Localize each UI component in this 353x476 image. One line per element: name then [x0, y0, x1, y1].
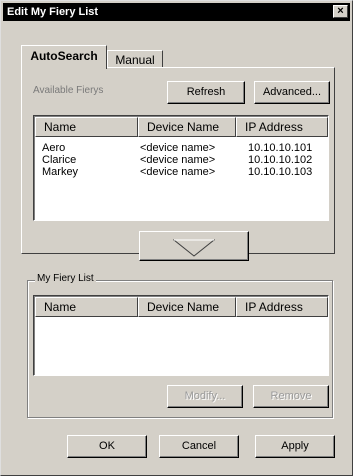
refresh-button[interactable]: Refresh — [167, 81, 245, 104]
fiery-name: Aero — [42, 142, 66, 154]
add-to-my-list-button[interactable] — [139, 231, 249, 261]
remove-button[interactable]: Remove — [253, 385, 329, 408]
fiery-device-name: <device name> — [140, 154, 216, 166]
modify-button[interactable]: Modify... — [167, 385, 243, 408]
fiery-name: Markey — [42, 166, 79, 178]
column-header-name[interactable]: Name — [35, 117, 138, 137]
tab-autosearch-label: AutoSearch — [30, 49, 98, 63]
tab-manual[interactable]: Manual — [107, 50, 163, 68]
cancel-button[interactable]: Cancel — [159, 435, 239, 458]
fiery-name: Clarice — [42, 154, 77, 166]
ok-button[interactable]: OK — [67, 435, 147, 458]
my-column-header-ip-address-label: IP Address — [245, 300, 303, 314]
column-header-name-label: Name — [44, 120, 77, 134]
tab-manual-label: Manual — [115, 53, 155, 67]
my-column-header-name-label: Name — [44, 300, 77, 314]
my-column-header-name[interactable]: Name — [35, 297, 138, 317]
edit-my-fiery-list-dialog: Edit My Fiery List × AutoSearch Manual A… — [0, 0, 353, 476]
title-bar: Edit My Fiery List × — [3, 3, 350, 21]
fiery-ip-address: 10.10.10.103 — [248, 166, 313, 178]
tab-autosearch[interactable]: AutoSearch — [21, 45, 107, 69]
my-fiery-list-label: My Fiery List — [35, 273, 96, 284]
column-header-device-name-label: Device Name — [147, 120, 220, 134]
fiery-ip-address: 10.10.10.101 — [248, 142, 313, 154]
down-arrow-icon — [173, 239, 215, 257]
my-column-header-device-name[interactable]: Device Name — [138, 297, 236, 317]
column-header-ip-address-label: IP Address — [245, 120, 303, 134]
window-title: Edit My Fiery List — [7, 6, 99, 18]
fiery-device-name: <device name> — [140, 166, 216, 178]
my-column-header-device-name-label: Device Name — [147, 300, 220, 314]
advanced-button[interactable]: Advanced... — [254, 81, 330, 104]
close-button[interactable]: × — [333, 5, 348, 18]
fiery-device-name: <device name> — [140, 142, 216, 154]
column-header-device-name[interactable]: Device Name — [138, 117, 236, 137]
fiery-ip-address: 10.10.10.102 — [248, 154, 313, 166]
close-icon: × — [337, 5, 344, 17]
my-fiery-list[interactable]: Name Device Name IP Address — [33, 295, 329, 376]
available-fierys-list[interactable]: Name Device Name IP Address Aero <device… — [33, 115, 329, 221]
column-header-ip-address[interactable]: IP Address — [236, 117, 328, 137]
my-column-header-ip-address[interactable]: IP Address — [236, 297, 328, 317]
apply-button[interactable]: Apply — [255, 435, 335, 458]
available-fierys-label: Available Fierys — [33, 85, 104, 96]
